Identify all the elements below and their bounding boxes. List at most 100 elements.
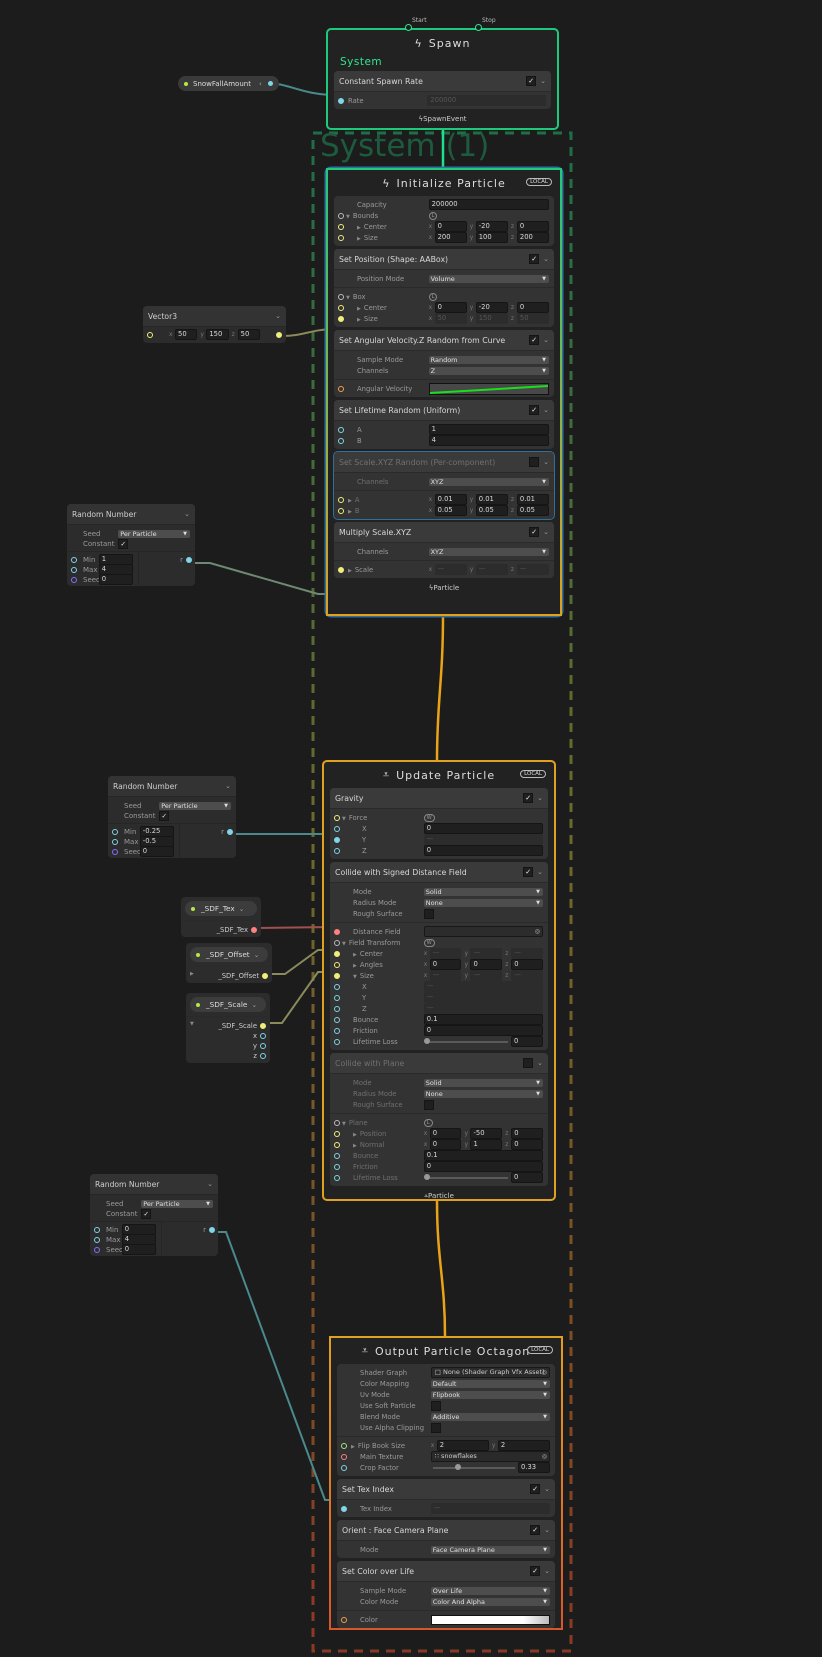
context-title[interactable]: ϟ Initialize Particle LOCAL [334, 170, 554, 196]
block-set-angular-velocity-z-random-from-curve[interactable]: Set Angular Velocity.Z Random from Curve… [334, 330, 554, 397]
chevron-down-icon[interactable]: ⌄ [544, 1526, 550, 1534]
block-header[interactable]: Set Scale.XYZ Random (Per-component) ⌄ [334, 452, 554, 473]
value-input[interactable]: 1 [428, 424, 549, 435]
output-context[interactable]: ⩡ Output Particle Octagon LOCAL Shader Grap… [329, 1336, 563, 1630]
slider-value-input[interactable]: 0 [511, 1172, 543, 1183]
output-port[interactable] [260, 1022, 266, 1029]
block-collide-with-plane[interactable]: Collide with Plane ⌄ Mode Solid Radius Mode N… [330, 1053, 548, 1186]
checkbox[interactable] [423, 908, 434, 919]
slider-track[interactable] [425, 1041, 508, 1043]
enable-checkbox[interactable]: ✓ [523, 867, 534, 877]
slider-handle[interactable] [424, 1038, 431, 1044]
space-toggle-button[interactable]: W [423, 938, 435, 947]
chevron-down-icon[interactable]: ⌄ [544, 1567, 550, 1575]
y-input[interactable]: -50 [470, 1128, 503, 1139]
slider-track[interactable] [425, 1177, 508, 1179]
space-toggle-button[interactable]: L [428, 211, 438, 220]
block-multiply-scale-xyz[interactable]: Multiply Scale.XYZ✓⌄ChannelsXYZ▶Scalex—y… [334, 522, 554, 578]
dropdown[interactable]: Volume [428, 274, 549, 283]
y-input[interactable]: 2 [497, 1440, 551, 1451]
dropdown[interactable]: None [423, 1089, 543, 1098]
space-toggle-button[interactable]: L [428, 292, 438, 301]
y-input[interactable]: 1 [470, 1139, 503, 1150]
object-picker-icon[interactable]: ◎ [542, 1452, 547, 1461]
space-badge[interactable]: LOCAL [520, 770, 546, 778]
dropdown[interactable]: Solid [423, 1078, 543, 1087]
value-input[interactable]: 4 [428, 435, 549, 446]
expand-icon[interactable]: ▶ [190, 971, 194, 977]
expand-right-icon[interactable]: ▶ [357, 225, 361, 231]
x-input[interactable]: 0.01 [434, 494, 467, 505]
input-port[interactable] [334, 961, 340, 968]
initialize-context[interactable]: ϟ Initialize Particle LOCAL Capacity 200000 ▼… [326, 168, 562, 616]
input-port[interactable] [338, 385, 344, 392]
property-header[interactable]: _SDF_Offset ⌄ [190, 947, 268, 962]
value-input[interactable]: 0.1 [423, 1014, 543, 1025]
output-port[interactable] [227, 828, 233, 835]
update-context[interactable]: ⩡ Update Particle LOCAL Gravity ✓ ⌄ ▼ Force W X 0 Y… [322, 760, 556, 1201]
input-port[interactable] [341, 1616, 347, 1623]
enable-checkbox[interactable]: ✓ [529, 335, 540, 345]
input-port[interactable] [338, 437, 344, 444]
enable-checkbox[interactable]: ✓ [529, 527, 540, 537]
object-picker-icon[interactable]: ◎ [535, 927, 540, 936]
dropdown[interactable]: Additive [430, 1412, 550, 1421]
enable-checkbox[interactable]: ✓ [530, 1566, 541, 1576]
context-title[interactable]: ⩡ Update Particle LOCAL [330, 762, 548, 788]
block-header[interactable]: Gravity ✓ ⌄ [330, 788, 548, 809]
dropdown[interactable]: XYZ [428, 547, 549, 556]
expand-right-icon[interactable]: ▶ [348, 509, 352, 515]
chevron-down-icon[interactable]: ⌄ [207, 1180, 213, 1188]
y-input[interactable]: 150 [206, 329, 229, 340]
x-input[interactable]: 0.05 [434, 505, 467, 516]
output-port[interactable] [260, 1042, 266, 1049]
object-picker-icon[interactable]: ◎ [542, 1368, 547, 1377]
input-port[interactable] [94, 1226, 100, 1233]
expand-right-icon[interactable]: ▶ [353, 952, 357, 958]
input-port[interactable] [341, 1505, 347, 1512]
x-input[interactable]: 0 [429, 1128, 462, 1139]
input-port[interactable] [334, 1141, 340, 1148]
snowfall-amount-property[interactable]: SnowFallAmount ‹ [178, 76, 279, 91]
random-number-node[interactable]: Random Number ⌄ Seed Per ParticleConstant✓ M… [90, 1174, 218, 1256]
input-port[interactable] [112, 848, 118, 855]
input-port[interactable] [334, 825, 340, 832]
property-node-sdfscale[interactable]: _SDF_Scale ⌄ ▼ _SDF_Scale x y z [186, 993, 270, 1063]
slider-track[interactable] [432, 1467, 515, 1469]
input-port[interactable] [334, 1163, 340, 1170]
chevron-down-icon[interactable]: ⌄ [540, 77, 546, 85]
system-label[interactable]: System [334, 56, 551, 71]
expand-right-icon[interactable]: ▶ [357, 306, 361, 312]
output-port[interactable] [262, 972, 268, 979]
seed-dropdown[interactable]: Per Particle [159, 801, 231, 810]
enable-checkbox[interactable]: ✓ [529, 254, 540, 264]
dropdown[interactable]: XYZ [428, 477, 549, 486]
input-port[interactable] [334, 928, 340, 935]
output-port[interactable] [186, 556, 192, 563]
z-input[interactable]: 0 [516, 221, 550, 232]
object-field[interactable]: ∷ snowflakes ◎ [430, 1451, 550, 1462]
chevron-down-icon[interactable]: ⌄ [184, 510, 190, 518]
chevron-down-icon[interactable]: ⌄ [543, 336, 549, 344]
context-title[interactable]: ϟ Spawn [334, 30, 551, 56]
block-set-color-over-life[interactable]: Set Color over Life ✓ ⌄ Sample Mode Over Lif… [337, 1561, 555, 1628]
block-header[interactable]: Set Position (Shape: AABox) ✓ ⌄ [334, 249, 554, 270]
input-port[interactable] [112, 828, 118, 835]
input-port[interactable] [334, 972, 340, 979]
output-port[interactable] [267, 81, 273, 86]
y-input[interactable]: 0.05 [475, 505, 508, 516]
block-collide-with-signed-distance-field[interactable]: Collide with Signed Distance Field ✓ ⌄ Mode… [330, 862, 548, 1050]
enable-checkbox[interactable]: ✓ [523, 793, 534, 803]
checkbox[interactable] [430, 1400, 441, 1411]
output-port[interactable] [209, 1226, 215, 1233]
chevron-down-icon[interactable]: ⌄ [537, 868, 543, 876]
property-header[interactable]: _SDF_Scale ⌄ [190, 997, 266, 1012]
system-group-title[interactable]: System (1) [320, 128, 489, 164]
z-input[interactable]: 50 [237, 329, 260, 340]
input-port[interactable] [338, 426, 344, 433]
dropdown[interactable]: Color And Alpha [430, 1597, 550, 1606]
input-port[interactable] [334, 847, 340, 854]
input-port[interactable] [334, 994, 340, 1001]
property-node-sdftex[interactable]: _SDF_Tex ⌄ _SDF_Tex [181, 897, 261, 937]
x-input[interactable]: 200 [434, 232, 467, 243]
